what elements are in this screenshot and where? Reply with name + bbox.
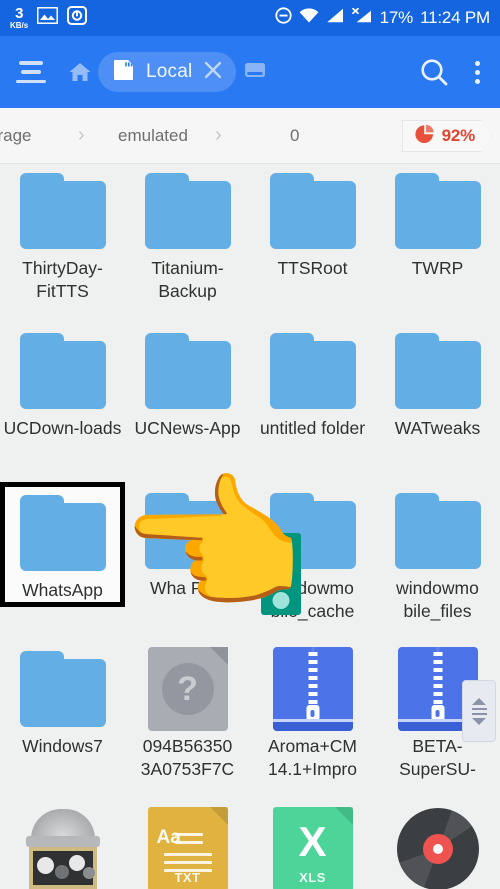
grid-item-twrp[interactable]: TWRP: [375, 165, 500, 280]
folder-icon: [269, 325, 356, 417]
file-grid: ThirtyDay-FitTTS Titanium-Backup TTSRoot…: [0, 165, 500, 889]
clock: 11:24 PM: [420, 8, 490, 27]
breadcrumb-item-1[interactable]: emulated: [118, 126, 188, 146]
home-icon[interactable]: [68, 61, 92, 83]
folder-icon: [394, 485, 481, 577]
grid-item-label: ThirtyDay-FitTTS: [22, 258, 103, 301]
grid-item-aroma-zip[interactable]: Aroma+CM 14.1+Impro: [250, 643, 375, 781]
touch-indicator-dot: [272, 592, 290, 609]
unknown-file-icon: ?: [147, 643, 228, 735]
network-speed-unit: KB/s: [10, 21, 29, 30]
breadcrumb-separator-0: ›: [78, 124, 85, 146]
fast-scroll-handle[interactable]: [462, 680, 496, 742]
archive-gears-icon: [25, 803, 100, 889]
grid-item-watweaks[interactable]: WATweaks: [375, 325, 500, 440]
folder-icon: [394, 165, 481, 257]
file-type-tag: TXT: [174, 870, 201, 885]
folder-icon: [19, 165, 106, 257]
scroll-up-arrow-icon: [472, 697, 486, 705]
folder-icon: [19, 643, 106, 735]
grid-item-label: WhatsApp: [22, 580, 103, 600]
grid-item-audio-file[interactable]: [375, 803, 500, 889]
grid-item-label: WATweaks: [394, 418, 481, 438]
folder-icon: [19, 325, 106, 417]
disk-icon: [67, 6, 88, 30]
storage-usage-badge[interactable]: 92%: [402, 120, 492, 152]
grid-item-label: Windows7: [22, 736, 103, 756]
grid-item-untitled-folder[interactable]: untitled folder: [250, 325, 375, 440]
grid-item-whatsapp[interactable]: WhatsApp: [0, 482, 125, 607]
scroll-bar-line: [471, 712, 487, 715]
status-bar-left: 3 KB/s: [10, 6, 88, 30]
touch-indicator: [261, 533, 301, 615]
grid-item-windows7[interactable]: Windows7: [0, 643, 125, 758]
grid-item-label: Wha Plus: [150, 578, 225, 598]
grid-item-label: Aroma+CM 14.1+Impro: [267, 736, 357, 779]
grid-item-label: TTSRoot: [277, 258, 348, 278]
battery-percent: 17%: [379, 8, 414, 27]
menu-icon[interactable]: [16, 61, 46, 83]
grid-item-label: UCDown-loads: [3, 418, 122, 438]
vinyl-disc-icon: [396, 803, 479, 889]
grid-item-windowmobile-files[interactable]: windowmo bile_files: [375, 485, 500, 623]
grid-item-gearbox[interactable]: [0, 803, 125, 889]
grid-item-thirtyday-fittts[interactable]: ThirtyDay-FitTTS: [0, 165, 125, 303]
grid-item-txt-file[interactable]: Aa TXT: [125, 803, 250, 889]
pie-chart-icon: [415, 124, 435, 149]
zip-file-icon: [272, 643, 353, 735]
signal-icon: [326, 8, 344, 28]
search-icon[interactable]: [419, 57, 449, 87]
grid-item-label: Titanium-Backup: [151, 258, 224, 301]
xls-file-icon: X XLS: [272, 803, 353, 889]
folder-icon: [19, 487, 106, 579]
grid-item-xls-file[interactable]: X XLS: [250, 803, 375, 889]
breadcrumb-item-2[interactable]: 0: [290, 126, 299, 146]
folder-icon: [144, 165, 231, 257]
grid-item-whatsapp-plus[interactable]: Wha Plus: [125, 485, 250, 600]
grid-item-label: UCNews-App: [134, 418, 241, 438]
grid-item-ttsroot[interactable]: TTSRoot: [250, 165, 375, 280]
grid-item-ucnewsapp[interactable]: UCNews-App: [125, 325, 250, 440]
breadcrumb: orage › emulated › 0 92%: [0, 108, 500, 164]
grid-item-ucdownloads[interactable]: UCDown-loads: [0, 325, 125, 440]
storage-usage-percent: 92%: [441, 126, 475, 145]
close-icon[interactable]: [202, 59, 224, 86]
network-speed-indicator: 3 KB/s: [10, 6, 28, 30]
status-bar-right: 17% 11:24 PM: [275, 7, 490, 29]
signal-no-sim-icon: [351, 7, 373, 28]
scroll-bar-line: [471, 707, 487, 710]
grid-item-titanium-backup[interactable]: Titanium-Backup: [125, 165, 250, 303]
tab-local-label: Local: [146, 61, 193, 82]
status-bar: 3 KB/s 17% 11:24 PM: [0, 0, 500, 36]
file-manager-screen: 3 KB/s 17% 11:24 PM Local rage › emulate…: [0, 0, 500, 889]
grid-item-label: untitled folder: [259, 418, 366, 438]
scroll-down-arrow-icon: [472, 717, 486, 725]
folder-icon: [144, 485, 231, 577]
overflow-menu-icon[interactable]: [471, 57, 484, 88]
new-tab-icon[interactable]: [244, 61, 266, 84]
do-not-disturb-icon: [275, 7, 292, 29]
folder-icon: [269, 165, 356, 257]
wifi-icon: [299, 8, 319, 28]
folder-icon: [394, 325, 481, 417]
tab-local[interactable]: Local: [98, 52, 237, 92]
grid-item-label: 094B56350 3A0753F7C: [140, 736, 235, 779]
image-icon: [36, 6, 59, 29]
sd-card-icon: [112, 59, 136, 86]
txt-file-icon: Aa TXT: [147, 803, 228, 889]
grid-item-label: TWRP: [411, 258, 464, 278]
app-toolbar: Local: [0, 36, 500, 108]
grid-item-unknown-file[interactable]: ? 094B56350 3A0753F7C: [125, 643, 250, 781]
network-speed-value: 3: [15, 5, 24, 22]
file-type-tag: XLS: [299, 870, 326, 885]
grid-item-label: windowmo bile_files: [396, 578, 479, 621]
breadcrumb-separator-1: ›: [215, 124, 222, 146]
breadcrumb-item-0[interactable]: orage: [0, 126, 31, 146]
folder-icon: [144, 325, 231, 417]
